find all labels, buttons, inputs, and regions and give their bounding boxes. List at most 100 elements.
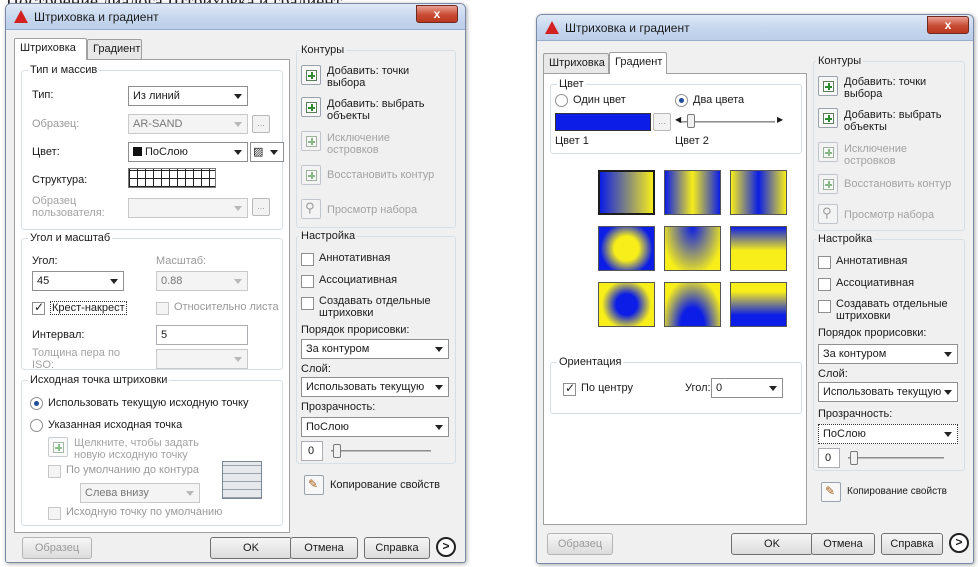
inherit-properties-button[interactable]: ✎ xyxy=(821,482,841,502)
transparency-slider-track[interactable] xyxy=(331,450,431,452)
separate-hatches-label: Создавать отдельные штриховки xyxy=(319,295,431,319)
gradient-swatch-cylinder-blue[interactable] xyxy=(730,170,787,215)
recreate-boundary-button[interactable] xyxy=(301,165,321,185)
scale-select[interactable]: 0.88 xyxy=(156,271,248,291)
layer-select[interactable]: Использовать текущую xyxy=(301,377,449,397)
centered-checkbox[interactable] xyxy=(563,381,576,396)
specified-origin-radio[interactable] xyxy=(30,419,43,432)
gradient-swatch-hemispherical[interactable] xyxy=(664,226,721,271)
preview-button[interactable]: Образец xyxy=(22,537,92,559)
transparency-label: Прозрачность: xyxy=(818,408,893,420)
default-extent-checkbox[interactable] xyxy=(48,465,61,478)
help-button[interactable]: Справка xyxy=(881,533,943,555)
separate-hatches-checkbox[interactable] xyxy=(818,300,831,313)
tab-gradient[interactable]: Градиент xyxy=(87,39,142,59)
transparency-select[interactable]: ПоСлою xyxy=(301,417,449,437)
title-bar[interactable]: Штриховка и градиент xyxy=(537,15,973,41)
centered-label: По центру xyxy=(581,382,633,394)
angle-select[interactable]: 45 xyxy=(32,271,124,291)
add-select-objects-button[interactable] xyxy=(818,108,838,128)
gradient-swatch-curved-bottom[interactable] xyxy=(730,282,787,327)
add-select-objects-button[interactable] xyxy=(301,97,321,117)
sample-browse-button[interactable]: ... xyxy=(252,115,270,133)
gradient-swatch-spherical-yellow[interactable] xyxy=(598,226,655,271)
add-pick-points-button[interactable] xyxy=(301,65,321,85)
transparency-label: Прозрачность: xyxy=(301,401,376,413)
remove-islands-button[interactable] xyxy=(301,131,321,151)
gradient-swatch-cylinder-yellow[interactable] xyxy=(664,170,721,215)
iso-pen-select[interactable] xyxy=(156,349,248,369)
more-options-button[interactable]: > xyxy=(436,537,456,557)
hatch-pattern-preview[interactable] xyxy=(128,168,216,188)
two-colors-label: Два цвета xyxy=(693,94,745,106)
slider-right-arrow-icon[interactable]: ▶ xyxy=(777,115,783,124)
store-default-origin-checkbox[interactable] xyxy=(48,507,61,520)
gradient-angle-select[interactable]: 0 xyxy=(711,378,783,398)
brush-icon: ✎ xyxy=(825,484,836,498)
transparency-value-input[interactable]: 0 xyxy=(818,448,840,468)
color-select[interactable]: ПоСлою xyxy=(128,142,248,162)
add-select-objects-icon xyxy=(823,113,834,124)
ok-button[interactable]: OK xyxy=(731,533,813,555)
corner-select[interactable]: Слева внизу xyxy=(80,483,200,503)
draw-order-select[interactable]: За контуром xyxy=(818,344,958,364)
gradient-tab-panel: Цвет Один цвет Два цвета ... ◀ ▶ Цвет 1 … xyxy=(543,73,807,525)
gradient-swatch-hemispherical-bottom[interactable] xyxy=(664,282,721,327)
use-current-origin-radio[interactable] xyxy=(30,397,43,410)
cancel-button[interactable]: Отмена xyxy=(290,537,358,559)
transparency-value-input[interactable]: 0 xyxy=(301,441,323,461)
user-sample-select[interactable] xyxy=(128,198,248,218)
color1-browse-button[interactable]: ... xyxy=(653,113,671,131)
relative-paper-checkbox[interactable] xyxy=(156,302,169,315)
transparency-slider-thumb[interactable] xyxy=(333,444,341,458)
close-button[interactable]: x xyxy=(416,5,458,23)
background-color-select[interactable]: ▨ xyxy=(250,142,284,162)
layer-select[interactable]: Использовать текущую xyxy=(818,382,958,402)
pick-point-icon xyxy=(53,442,64,453)
color1-swatch[interactable] xyxy=(555,113,651,131)
add-pick-points-button[interactable] xyxy=(818,76,838,96)
separate-hatches-checkbox[interactable] xyxy=(301,297,314,310)
more-options-button[interactable]: > xyxy=(949,533,969,553)
recreate-boundary-icon xyxy=(823,179,834,190)
draw-order-select[interactable]: За контуром xyxy=(301,339,449,359)
two-colors-radio[interactable] xyxy=(675,94,688,107)
associative-checkbox[interactable] xyxy=(301,275,314,288)
view-selection-button[interactable]: ⚲ xyxy=(818,204,838,224)
user-sample-browse-button[interactable]: ... xyxy=(252,198,270,216)
transparency-slider-thumb[interactable] xyxy=(850,451,858,465)
annotative-checkbox[interactable] xyxy=(818,256,831,269)
pick-origin-button[interactable] xyxy=(48,437,68,457)
type-select[interactable]: Из линий xyxy=(128,86,248,106)
type-label: Тип: xyxy=(32,89,54,101)
slider-left-arrow-icon[interactable]: ◀ xyxy=(675,115,681,124)
tab-gradient[interactable]: Градиент xyxy=(609,52,667,74)
inherit-properties-button[interactable]: ✎ xyxy=(304,475,324,495)
associative-checkbox[interactable] xyxy=(818,278,831,291)
gradient-swatch-spherical-blue[interactable] xyxy=(598,282,655,327)
interval-input[interactable]: 5 xyxy=(156,325,248,345)
color2-shade-slider-thumb[interactable] xyxy=(687,114,695,128)
title-bar[interactable]: Штриховка и градиент xyxy=(6,4,465,30)
cross-hatch-checkbox[interactable] xyxy=(32,300,45,315)
remove-islands-button[interactable] xyxy=(818,142,838,162)
gradient-swatch-curved[interactable] xyxy=(730,226,787,271)
tab-hatch[interactable]: Штриховка xyxy=(543,53,609,73)
layer-label: Слой: xyxy=(301,363,331,375)
annotative-checkbox[interactable] xyxy=(301,253,314,266)
one-color-radio[interactable] xyxy=(555,94,568,107)
close-button[interactable]: x xyxy=(927,16,969,34)
specified-origin-label: Указанная исходная точка xyxy=(48,419,183,431)
preview-button[interactable]: Образец xyxy=(547,533,613,555)
ok-button[interactable]: OK xyxy=(210,537,292,559)
tab-hatch[interactable]: Штриховка xyxy=(14,38,87,60)
transparency-slider-track[interactable] xyxy=(848,457,944,459)
transparency-select[interactable]: ПоСлою xyxy=(818,424,958,444)
cancel-button[interactable]: Отмена xyxy=(811,533,875,555)
gradient-swatch-linear[interactable] xyxy=(598,170,655,215)
recreate-boundary-button[interactable] xyxy=(818,174,838,194)
view-selection-button[interactable]: ⚲ xyxy=(301,199,321,219)
help-button[interactable]: Справка xyxy=(364,537,430,559)
sample-select[interactable]: AR-SAND xyxy=(128,114,248,134)
magnifier-icon: ⚲ xyxy=(305,200,315,215)
